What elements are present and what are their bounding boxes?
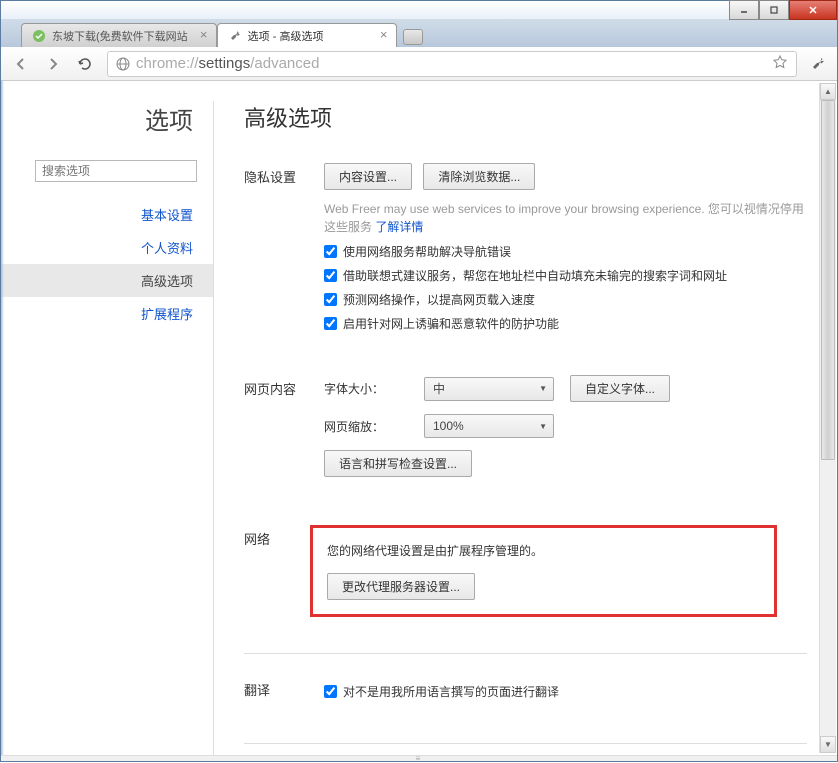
check-label[interactable]: 借助联想式建议服务，帮您在地址栏中自动填充未输完的搜索字词和网址 — [343, 267, 727, 284]
check-predict[interactable] — [324, 293, 337, 306]
wrench-icon — [228, 29, 242, 43]
learn-more-link[interactable]: 了解详情 — [375, 220, 423, 234]
font-size-label: 字体大小： — [324, 380, 424, 397]
search-input[interactable] — [35, 160, 197, 182]
page-title: 高级选项 — [244, 101, 807, 133]
sidebar-item-advanced[interactable]: 高级选项 — [1, 264, 213, 297]
reload-button[interactable] — [71, 51, 99, 77]
check-label[interactable]: 对不是用我所用语言撰写的页面进行翻译 — [343, 683, 559, 700]
tab-title: 选项 - 高级选项 — [248, 28, 324, 44]
section-label-translate: 翻译 — [244, 676, 324, 707]
section-divider — [244, 743, 807, 744]
scroll-thumb[interactable] — [821, 100, 835, 460]
minimize-button[interactable] — [729, 0, 759, 20]
new-tab-button[interactable] — [403, 29, 423, 45]
zoom-label: 网页缩放： — [324, 418, 424, 435]
check-phishing[interactable] — [324, 317, 337, 330]
language-settings-button[interactable]: 语言和拼写检查设置... — [324, 450, 472, 477]
tab-title: 东坡下载(免费软件下载网站 — [52, 28, 188, 44]
maximize-button[interactable] — [759, 0, 789, 20]
check-translate[interactable] — [324, 685, 337, 698]
clear-browsing-data-button[interactable]: 清除浏览数据... — [423, 163, 535, 190]
close-button[interactable] — [789, 0, 837, 20]
sidebar-item-basic[interactable]: 基本设置 — [1, 198, 213, 231]
browser-tab-1[interactable]: 选项 - 高级选项 × — [217, 23, 397, 47]
window-titlebar[interactable] — [1, 1, 837, 19]
back-button[interactable] — [7, 51, 35, 77]
tab-close-icon[interactable]: × — [378, 29, 390, 41]
vertical-scrollbar[interactable]: ▲ ▼ — [819, 83, 836, 753]
sidebar-item-personal[interactable]: 个人资料 — [1, 231, 213, 264]
check-nav-errors[interactable] — [324, 245, 337, 258]
network-highlight-box: 您的网络代理设置是由扩展程序管理的。 更改代理服务器设置... — [310, 525, 777, 617]
section-label-webcontent: 网页内容 — [244, 375, 324, 489]
sidebar-title: 选项 — [1, 101, 213, 136]
status-bar-grip[interactable] — [1, 755, 837, 761]
scroll-up-button[interactable]: ▲ — [820, 83, 836, 100]
page-zoom-select[interactable]: 100% — [424, 414, 554, 438]
sidebar-item-extensions[interactable]: 扩展程序 — [1, 297, 213, 330]
settings-main: 高级选项 隐私设置 内容设置... 清除浏览数据... Web Freer ma… — [214, 81, 837, 759]
bookmark-star-icon[interactable] — [772, 54, 788, 73]
favicon-icon — [32, 29, 46, 43]
content-settings-button[interactable]: 内容设置... — [324, 163, 412, 190]
scroll-down-button[interactable]: ▼ — [820, 736, 836, 753]
check-label[interactable]: 使用网络服务帮助解决导航错误 — [343, 243, 511, 260]
address-bar[interactable]: chrome://settings/advanced — [107, 51, 797, 77]
url-text[interactable]: chrome://settings/advanced — [136, 55, 766, 72]
font-size-select[interactable]: 中 — [424, 377, 554, 401]
globe-icon — [116, 57, 130, 71]
privacy-hint: Web Freer may use web services to improv… — [324, 200, 807, 236]
check-label[interactable]: 启用针对网上诱骗和恶意软件的防护功能 — [343, 315, 559, 332]
forward-button[interactable] — [39, 51, 67, 77]
browser-tab-0[interactable]: 东坡下载(免费软件下载网站 × — [21, 23, 217, 47]
tab-strip: 东坡下载(免费软件下载网站 × 选项 - 高级选项 × — [1, 19, 837, 47]
section-divider — [244, 653, 807, 654]
settings-sidebar: 选项 基本设置 个人资料 高级选项 扩展程序 — [1, 81, 213, 759]
settings-wrench-button[interactable] — [805, 51, 831, 77]
tab-close-icon[interactable]: × — [198, 29, 210, 41]
customize-fonts-button[interactable]: 自定义字体... — [570, 375, 670, 402]
check-label[interactable]: 预测网络操作，以提高网页载入速度 — [343, 291, 535, 308]
check-suggestions[interactable] — [324, 269, 337, 282]
network-proxy-text: 您的网络代理设置是由扩展程序管理的。 — [327, 542, 760, 559]
browser-toolbar: chrome://settings/advanced — [1, 47, 837, 81]
section-label-privacy: 隐私设置 — [244, 163, 324, 339]
change-proxy-button[interactable]: 更改代理服务器设置... — [327, 573, 475, 600]
left-edge-shadow — [1, 81, 4, 757]
